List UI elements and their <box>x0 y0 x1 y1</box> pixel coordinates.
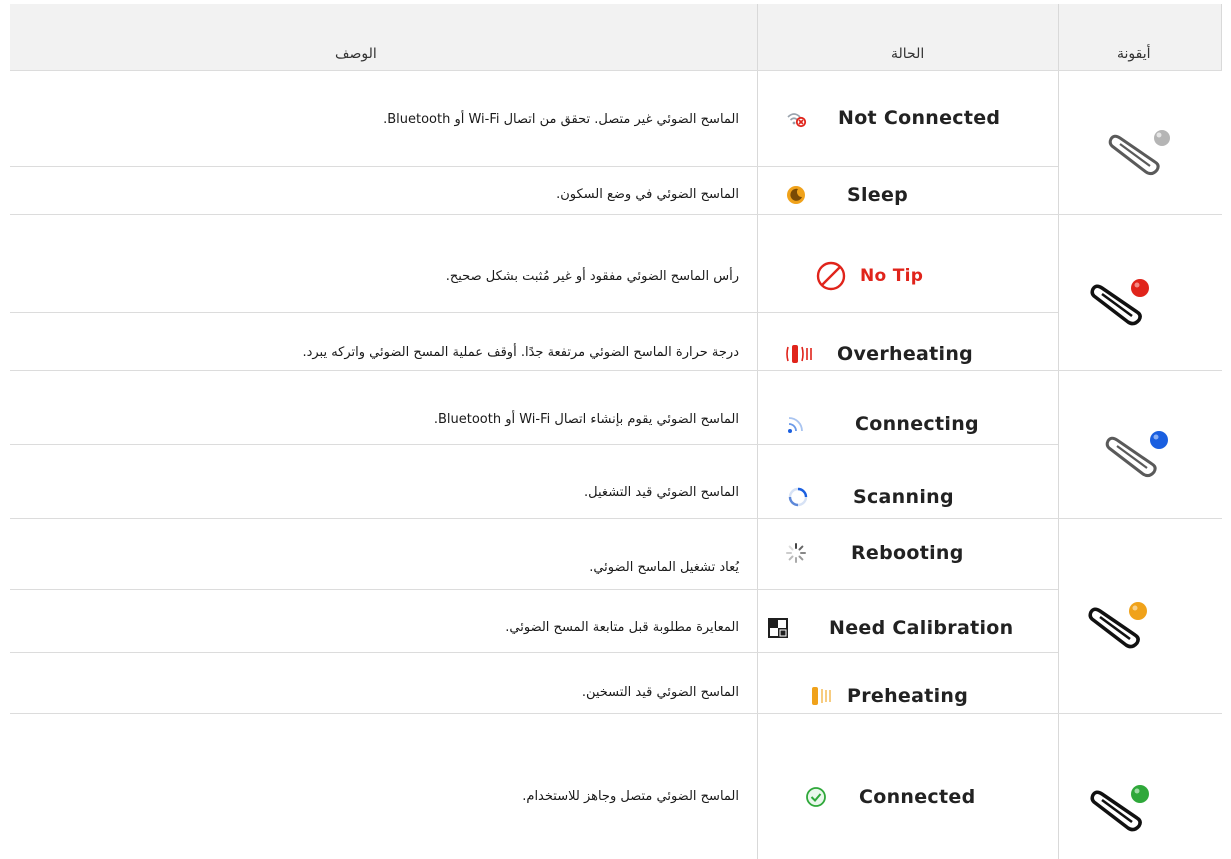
row-divider <box>10 312 1058 313</box>
status-label: No Tip <box>860 266 924 286</box>
moon-icon <box>785 184 807 206</box>
check-circle-icon <box>805 786 827 808</box>
scanner-blue-icon <box>1103 424 1175 488</box>
status-label: Need Calibration <box>829 617 1014 639</box>
status-label: Overheating <box>837 343 974 365</box>
row-description: الماسح الضوئي في وضع السكون. <box>556 187 739 202</box>
status-not-connected: Not Connected <box>785 104 1000 132</box>
row-divider <box>10 589 1058 590</box>
row-divider <box>10 166 1058 167</box>
status-connected: Connected <box>785 783 975 811</box>
spinner-ring-icon <box>787 486 809 508</box>
status-label: Connected <box>859 786 976 808</box>
row-divider <box>10 370 1222 371</box>
signal-icon <box>785 413 807 435</box>
wifi-off-icon <box>785 107 807 129</box>
status-label: Sleep <box>847 184 909 206</box>
scanner-green-icon <box>1088 778 1160 842</box>
calibration-icon <box>767 617 789 639</box>
row-divider <box>10 70 1222 71</box>
status-label: Rebooting <box>851 542 964 564</box>
status-scanning: Scanning <box>785 483 954 511</box>
row-divider <box>10 518 1222 519</box>
table-header <box>10 4 1222 70</box>
column-divider <box>1221 4 1222 70</box>
status-need-calibration: Need Calibration <box>768 614 1014 642</box>
status-preheating: Preheating <box>785 682 968 710</box>
status-label: Not Connected <box>838 107 1001 129</box>
row-description: يُعاد تشغيل الماسح الضوئي. <box>589 560 739 575</box>
scanner-orange-icon <box>1086 595 1158 659</box>
status-overheating: Overheating <box>785 340 973 368</box>
row-description: درجة حرارة الماسح الضوئي مرتفعة جدًا. أو… <box>302 345 739 360</box>
header-status: الحالة <box>891 46 925 62</box>
row-divider <box>10 713 1222 714</box>
status-label: Connecting <box>855 413 979 435</box>
status-connecting: Connecting <box>785 410 979 438</box>
row-divider <box>10 214 1222 215</box>
column-divider <box>757 4 758 859</box>
row-description: الماسح الضوئي متصل وجاهز للاستخدام. <box>522 789 739 804</box>
header-description: الوصف <box>335 46 377 62</box>
row-divider <box>10 444 1058 445</box>
header-icon: أيقونة <box>1117 46 1151 62</box>
loading-icon <box>785 542 807 564</box>
column-divider <box>1058 4 1059 859</box>
status-label: Preheating <box>847 685 969 707</box>
heat-icon <box>785 343 819 365</box>
row-description: الماسح الضوئي يقوم بإنشاء اتصال Wi-Fi أو… <box>433 412 739 427</box>
row-description: الماسح الضوئي قيد التشغيل. <box>584 485 739 500</box>
status-sleep: Sleep <box>785 181 908 209</box>
row-divider <box>10 652 1058 653</box>
scanner-red-icon <box>1088 272 1160 336</box>
status-label: Scanning <box>853 486 954 508</box>
warm-icon <box>809 685 837 707</box>
row-description: رأس الماسح الضوئي مفقود أو غير مُثبت بشك… <box>445 269 739 284</box>
row-description: الماسح الضوئي قيد التسخين. <box>581 685 739 700</box>
status-table: الوصف الحالة أيقونة الماسح الضوئي غير مت… <box>0 0 1231 859</box>
scanner-gray-icon <box>1106 122 1178 186</box>
status-no-tip: No Tip <box>785 260 924 292</box>
row-description: المعايرة مطلوبة قبل متابعة المسح الضوئي. <box>505 620 739 635</box>
prohibited-icon <box>815 260 847 292</box>
status-rebooting: Rebooting <box>785 539 964 567</box>
row-description: الماسح الضوئي غير متصل. تحقق من اتصال Wi… <box>383 112 739 127</box>
